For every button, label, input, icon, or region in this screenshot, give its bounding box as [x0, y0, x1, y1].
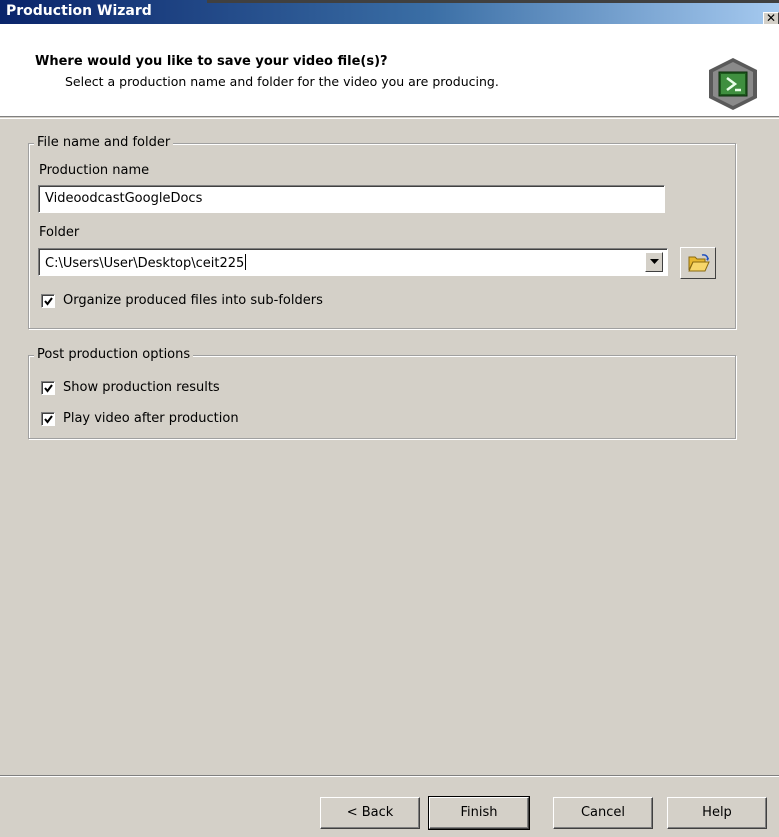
- file-group-legend: File name and folder: [34, 135, 174, 150]
- production-name-label: Production name: [39, 163, 150, 178]
- open-folder-icon: [688, 254, 710, 272]
- folder-path-text: C:\Users\User\Desktop\ceit225: [45, 256, 245, 271]
- show-results-label[interactable]: Show production results: [63, 380, 220, 395]
- page-title: Where would you like to save your video …: [35, 54, 388, 69]
- checkmark-icon: [44, 384, 53, 393]
- organize-subfolders-checkbox[interactable]: [41, 294, 55, 308]
- help-button[interactable]: Help: [667, 797, 767, 829]
- close-icon: ✕: [765, 11, 777, 24]
- cancel-button[interactable]: Cancel: [553, 797, 653, 829]
- play-video-checkbox[interactable]: [41, 412, 55, 426]
- browse-folder-button[interactable]: [680, 247, 716, 279]
- back-button[interactable]: < Back: [320, 797, 420, 829]
- title-bar-edge: [207, 0, 779, 3]
- close-button[interactable]: ✕: [763, 12, 779, 24]
- footer-separator-highlight: [0, 776, 779, 777]
- text-caret: [245, 254, 247, 270]
- show-results-checkbox[interactable]: [41, 381, 55, 395]
- chevron-down-icon: [650, 259, 659, 264]
- camtasia-logo-icon: [709, 58, 757, 110]
- production-name-input[interactable]: VideoodcastGoogleDocs: [38, 185, 665, 213]
- finish-button[interactable]: Finish: [428, 796, 530, 830]
- header-separator: [0, 118, 779, 119]
- organize-subfolders-label[interactable]: Organize produced files into sub-folders: [63, 293, 323, 308]
- page-subtitle: Select a production name and folder for …: [65, 74, 499, 89]
- wizard-header: Where would you like to save your video …: [0, 24, 779, 117]
- title-bar: Production Wizard ✕: [0, 0, 779, 24]
- checkmark-icon: [44, 415, 53, 424]
- post-production-group: [28, 355, 736, 439]
- play-video-label[interactable]: Play video after production: [63, 411, 239, 426]
- post-group-legend: Post production options: [34, 347, 194, 362]
- folder-label: Folder: [39, 225, 80, 240]
- folder-combobox[interactable]: C:\Users\User\Desktop\ceit225: [38, 248, 668, 276]
- window-title: Production Wizard: [6, 3, 152, 19]
- checkmark-icon: [44, 297, 53, 306]
- folder-dropdown-button[interactable]: [645, 252, 663, 272]
